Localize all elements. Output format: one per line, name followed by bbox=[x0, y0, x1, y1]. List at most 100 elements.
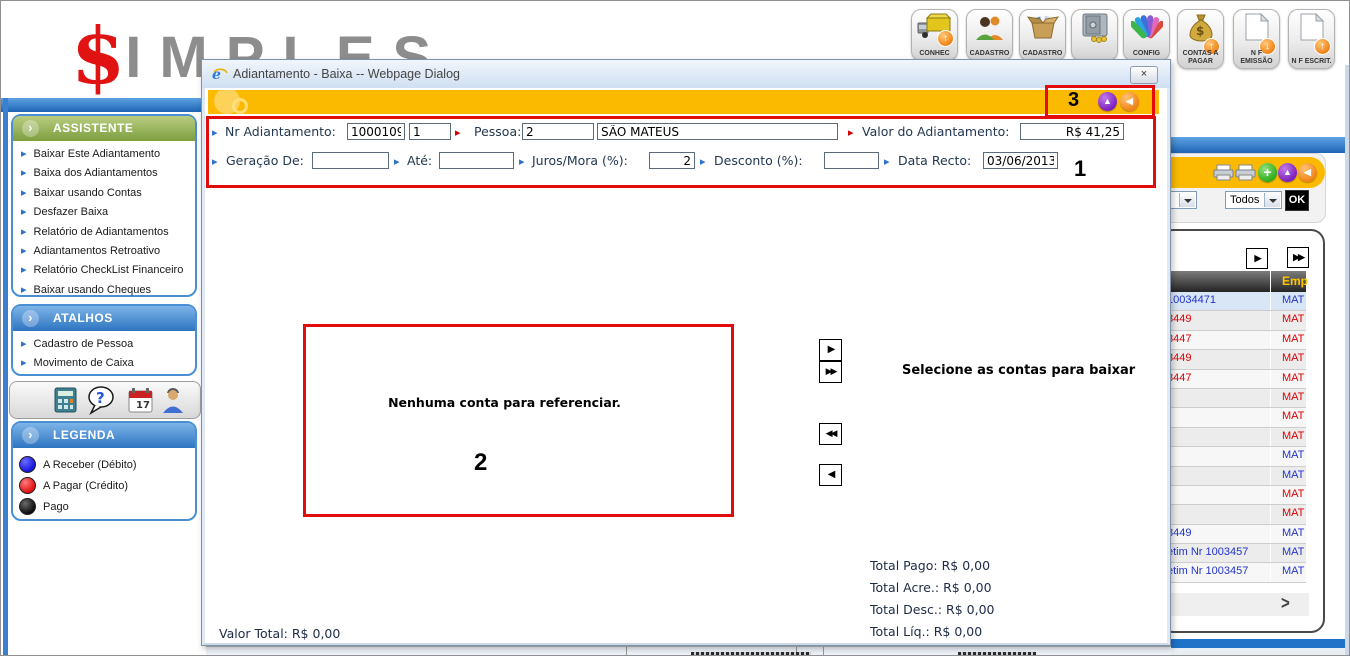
legend-label: Pago bbox=[43, 501, 69, 513]
blue-bullet-icon: ▸ bbox=[212, 126, 218, 139]
move-right-all-button[interactable]: ▶▶ bbox=[1287, 247, 1309, 268]
up-button[interactable]: ▲ bbox=[1278, 163, 1297, 182]
table-row[interactable]: MAT bbox=[1161, 408, 1306, 427]
svg-text:?: ? bbox=[96, 389, 105, 407]
toolbar-button-cadastro-pessoas[interactable]: CADASTRO bbox=[966, 9, 1013, 61]
sidebar-item-desfazer-baixa[interactable]: Desfazer Baixa bbox=[21, 203, 195, 222]
sidebar-item-movimento-de-caixa[interactable]: Movimento de Caixa bbox=[21, 354, 195, 373]
toolbar-button-conhec[interactable]: CONHEC bbox=[911, 9, 958, 61]
empty-list-message: Nenhuma conta para referenciar. bbox=[306, 395, 703, 410]
valor-total-value: R$ 0,00 bbox=[292, 626, 340, 641]
valor-adiantamento-input[interactable] bbox=[1020, 123, 1124, 140]
calculator-icon[interactable] bbox=[54, 387, 77, 418]
cell-doc[interactable]: 10034471 bbox=[1167, 294, 1216, 306]
geracao-de-input[interactable] bbox=[312, 152, 389, 169]
transfer-right-all-button[interactable]: ▶▶ bbox=[819, 361, 842, 383]
transfer-left-all-button[interactable]: ◀◀ bbox=[819, 423, 842, 445]
sidebar-item-baixa-dos-adiantamentos[interactable]: Baixa dos Adiantamentos bbox=[21, 164, 195, 183]
table-row[interactable]: 8449MAT bbox=[1161, 311, 1306, 330]
ie-icon: e bbox=[211, 66, 229, 87]
table-row[interactable]: 8447MAT bbox=[1161, 331, 1306, 350]
filter-select-todos[interactable]: Todos bbox=[1225, 191, 1282, 209]
person-icon[interactable] bbox=[161, 387, 185, 418]
table-row[interactable]: 8449MAT bbox=[1161, 350, 1306, 369]
printer-icon[interactable] bbox=[1235, 164, 1256, 186]
window-right-frame bbox=[1345, 65, 1350, 656]
table-row[interactable]: etim Nr 1003457MAT bbox=[1161, 563, 1306, 582]
ok-button[interactable]: OK bbox=[1285, 190, 1309, 211]
toolbar-button-config[interactable]: CONFIG bbox=[1123, 9, 1170, 61]
table-row[interactable]: MAT bbox=[1161, 428, 1306, 447]
annotation-number-3: 3 bbox=[1068, 89, 1079, 112]
printer-icon[interactable] bbox=[1213, 164, 1234, 186]
cell-emp: MAT bbox=[1282, 352, 1304, 364]
transfer-left-button[interactable]: ◀ bbox=[819, 464, 842, 486]
move-right-button[interactable]: ▶ bbox=[1246, 248, 1268, 269]
right-bottom-area bbox=[1167, 648, 1350, 656]
up-button[interactable]: ▲ bbox=[1098, 92, 1117, 111]
cell-emp: MAT bbox=[1282, 294, 1304, 306]
field-label-valor-adiantamento: Valor do Adiantamento: bbox=[862, 124, 1009, 139]
next-page-button[interactable]: > bbox=[1281, 593, 1290, 613]
nr-adiantamento-seq-input[interactable] bbox=[409, 123, 451, 140]
pessoa-code-input[interactable] bbox=[522, 123, 594, 140]
sidebar-item-adiantamentos-retroativo[interactable]: Adiantamentos Retroativo bbox=[21, 242, 195, 261]
toolbar-button-cadastro[interactable]: CADASTRO bbox=[1019, 9, 1066, 61]
sidebar-item-relatorio-adiantamentos[interactable]: Relatório de Adiantamentos bbox=[21, 223, 195, 242]
transfer-right-button[interactable]: ▶ bbox=[819, 339, 842, 361]
toolbar-button-nf-emissao[interactable]: N F EMISSÃO bbox=[1233, 9, 1280, 69]
red-bullet-icon: ▸ bbox=[455, 126, 461, 139]
table-row[interactable]: MAT bbox=[1161, 467, 1306, 486]
toolbar-button-nf-escrit[interactable]: N F ESCRIT. bbox=[1288, 9, 1335, 69]
table-row[interactable]: MAT bbox=[1161, 505, 1306, 524]
clipped-header-text bbox=[691, 652, 811, 656]
right-nav-bar bbox=[1167, 137, 1350, 153]
back-button[interactable]: ◀ bbox=[1298, 163, 1317, 182]
table-row[interactable]: MAT bbox=[1161, 486, 1306, 505]
ate-input[interactable] bbox=[439, 152, 514, 169]
table-row[interactable]: 8449MAT bbox=[1161, 525, 1306, 544]
table-row[interactable]: etim Nr 1003457MAT bbox=[1161, 544, 1306, 563]
help-icon[interactable]: ? bbox=[86, 385, 116, 420]
total-value: R$ 0,00 bbox=[942, 558, 990, 573]
close-icon[interactable]: × bbox=[1130, 66, 1158, 84]
panel-header-assistente: ASSISTENTE bbox=[13, 116, 195, 141]
red-dot-icon bbox=[19, 477, 36, 494]
sidebar-item-relatorio-checklist[interactable]: Relatório CheckList Financeiro bbox=[21, 261, 195, 280]
table-row[interactable]: MAT bbox=[1161, 389, 1306, 408]
panel-header-atalhos: ATALHOS bbox=[13, 306, 195, 331]
table-row[interactable]: MAT bbox=[1161, 447, 1306, 466]
juros-mora-input[interactable] bbox=[649, 152, 695, 169]
sidebar-item-cadastro-de-pessoa[interactable]: Cadastro de Pessoa bbox=[21, 335, 195, 354]
data-recto-input[interactable] bbox=[983, 152, 1058, 169]
sidebar-item-baixar-este-adiantamento[interactable]: Baixar Este Adiantamento bbox=[21, 145, 195, 164]
select-accounts-message: Selecione as contas para baixar bbox=[902, 363, 1135, 378]
cell-doc[interactable]: etim Nr 1003457 bbox=[1167, 565, 1248, 577]
toolbar-button-contas-a-pagar[interactable]: $ CONTAS A PAGAR bbox=[1177, 9, 1224, 69]
sidebar-item-baixar-usando-cheques[interactable]: Baixar usando Cheques bbox=[21, 281, 195, 300]
right-toolbar: + ▲ ◀ bbox=[1163, 157, 1325, 188]
blue-bullet-icon: ▸ bbox=[394, 155, 400, 168]
desconto-input[interactable] bbox=[824, 152, 879, 169]
toolbar-button-cofre[interactable] bbox=[1071, 9, 1118, 61]
add-button[interactable]: + bbox=[1258, 163, 1277, 182]
table-row[interactable]: 8447MAT bbox=[1161, 370, 1306, 389]
config-icon bbox=[1124, 13, 1169, 46]
toolbar-label: N F ESCRIT. bbox=[1289, 58, 1334, 66]
calendar-icon[interactable]: 17 bbox=[128, 387, 153, 418]
table-row[interactable]: 10034471 MAT bbox=[1161, 292, 1306, 311]
cell-emp: MAT bbox=[1282, 372, 1304, 384]
total-value: R$ 0,00 bbox=[943, 580, 991, 595]
sidebar-item-baixar-usando-contas[interactable]: Baixar usando Contas bbox=[21, 184, 195, 203]
table-header-row: Emp bbox=[1161, 271, 1306, 292]
nr-adiantamento-input[interactable] bbox=[347, 123, 405, 140]
cell-doc[interactable]: etim Nr 1003457 bbox=[1167, 546, 1248, 558]
dialog-title-bar[interactable]: e Adiantamento - Baixa -- Webpage Dialog… bbox=[202, 60, 1170, 89]
pessoa-name-input[interactable] bbox=[597, 123, 838, 140]
annotation-box-3: 3 ▲ ◀ bbox=[1045, 85, 1155, 118]
safe-icon bbox=[1072, 13, 1117, 48]
valor-total: Valor Total: R$ 0,00 bbox=[219, 626, 340, 641]
cell-emp: MAT bbox=[1282, 430, 1304, 442]
toolbar-label: N F EMISSÃO bbox=[1234, 50, 1279, 66]
back-button[interactable]: ◀ bbox=[1120, 92, 1139, 111]
